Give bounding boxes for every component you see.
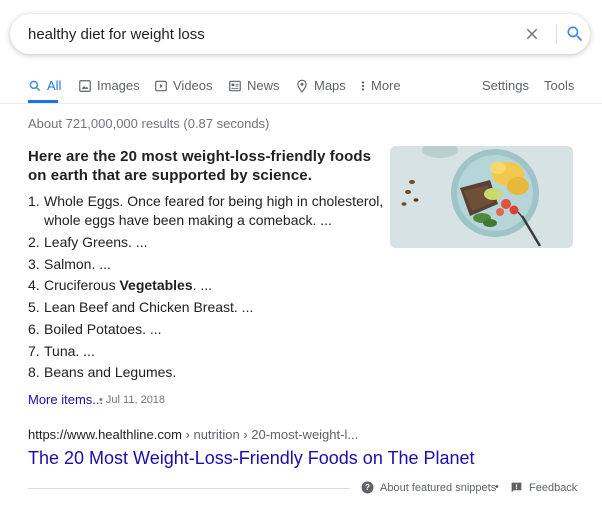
tab-label: Maps (314, 78, 346, 93)
list-text: Leafy Greens. ... (44, 234, 148, 250)
search-input[interactable]: healthy diet for weight loss (28, 26, 205, 43)
list-number: 3. (28, 256, 40, 272)
search-tabs: All Images Videos News Maps More Setting… (0, 72, 602, 104)
result-url[interactable]: https://www.healthline.com › nutrition ›… (28, 427, 358, 442)
url-base: https://www.healthline.com (28, 427, 182, 442)
list-number: 6. (28, 321, 40, 337)
tab-maps[interactable]: Maps (295, 78, 346, 93)
list-text: Beans and Legumes. (44, 364, 177, 380)
url-breadcrumb: › nutrition › 20-most-weight-l... (181, 427, 359, 442)
feedback-icon (511, 482, 522, 493)
list-number: 2. (28, 234, 40, 250)
close-icon[interactable] (523, 25, 541, 43)
help-icon: ? (361, 481, 374, 494)
list-number: 7. (28, 343, 40, 359)
tab-images[interactable]: Images (78, 78, 140, 93)
list-number: 8. (28, 364, 40, 380)
tab-label: All (47, 78, 62, 93)
list-text: Cruciferous Vegetables. ... (44, 276, 384, 295)
search-icon[interactable] (565, 24, 585, 44)
more-vert-icon (361, 80, 365, 91)
feedback-label: Feedback (529, 481, 578, 494)
list-text: Boiled Potatoes. ... (44, 321, 162, 337)
search-box[interactable]: healthy diet for weight loss (10, 14, 590, 54)
tools-link[interactable]: Tools (544, 78, 574, 93)
image-icon (79, 79, 91, 92)
news-icon (229, 80, 241, 91)
about-label: About featured snippets (380, 481, 497, 494)
result-title-link[interactable]: The 20 Most Weight-Loss-Friendly Foods o… (28, 448, 475, 469)
active-tab-indicator (28, 100, 58, 103)
list-number: 1. (28, 193, 40, 209)
highlighted-term: Vegetables (119, 277, 193, 293)
list-number: 4. (28, 277, 40, 293)
footer-separator: • (495, 481, 499, 493)
snippet-date: • Jul 11, 2018 (99, 394, 166, 406)
food-plate-illustration (390, 146, 573, 248)
about-featured-snippets-link[interactable]: ? About featured snippets (361, 481, 496, 494)
tab-label: Images (97, 78, 140, 93)
footer-divider (28, 488, 350, 489)
search-divider (556, 24, 557, 44)
snippet-heading: Here are the 20 most weight-loss-friendl… (28, 148, 372, 184)
tab-more[interactable]: More (359, 78, 401, 93)
date-text: Jul 11, 2018 (105, 394, 166, 406)
list-text: Lean Beef and Chicken Breast. ... (44, 299, 254, 315)
snippet-image[interactable] (390, 146, 573, 248)
result-stats: About 721,000,000 results (0.87 seconds) (28, 116, 270, 131)
video-icon (155, 80, 167, 91)
list-number: 5. (28, 299, 40, 315)
tab-videos[interactable]: Videos (154, 78, 213, 93)
list-text-before: Cruciferous (44, 277, 120, 293)
list-text: Salmon. ... (44, 256, 111, 272)
svg-text:?: ? (365, 483, 370, 492)
tab-label: More (371, 78, 401, 93)
map-pin-icon (297, 79, 307, 93)
search-icon (29, 80, 41, 91)
tab-all[interactable]: All (28, 78, 61, 93)
list-text: Tuna. ... (44, 343, 95, 359)
list-text-after: . ... (192, 277, 213, 293)
feedback-link[interactable]: Feedback (510, 481, 577, 494)
settings-link[interactable]: Settings (482, 78, 529, 93)
settings-label: Settings (482, 78, 529, 93)
more-items-link[interactable]: More items... (28, 392, 103, 407)
list-text: Whole Eggs. Once feared for being high i… (44, 193, 384, 228)
tab-label: Videos (173, 78, 213, 93)
tools-label: Tools (544, 78, 575, 93)
tab-label: News (247, 78, 280, 93)
tab-news[interactable]: News (228, 78, 280, 93)
